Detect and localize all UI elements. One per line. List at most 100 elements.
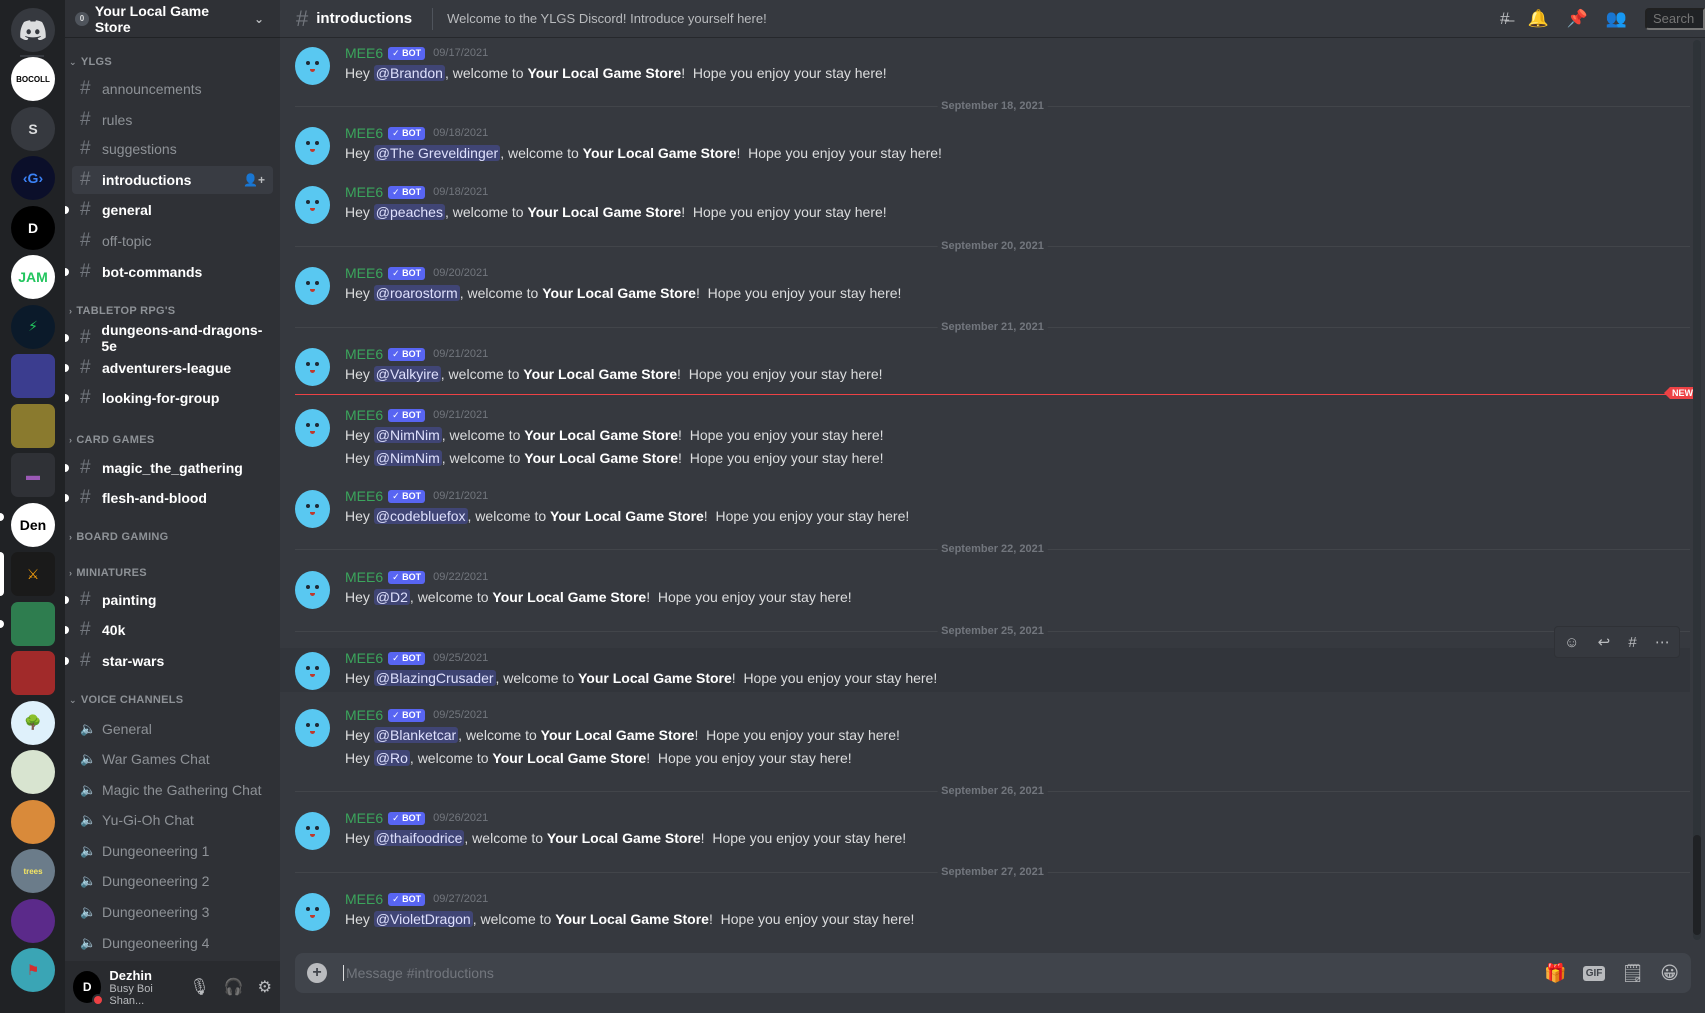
mee6-avatar[interactable] — [295, 127, 330, 165]
server-icon[interactable] — [11, 898, 55, 943]
message-author[interactable]: MEE6 — [345, 650, 383, 666]
message-author[interactable]: MEE6 — [345, 810, 383, 826]
user-mention[interactable]: @roarostorm — [373, 285, 460, 301]
reply-icon[interactable]: ↩ — [1598, 633, 1611, 651]
home-button[interactable] — [11, 8, 55, 52]
user-mention[interactable]: @VioletDragon — [373, 911, 473, 927]
channel-rules[interactable]: # rules — [72, 106, 273, 134]
sticker-icon[interactable]: 🗒 — [1621, 963, 1644, 984]
mee6-avatar[interactable] — [295, 186, 330, 224]
notification-bell-icon[interactable]: 🔔 — [1527, 9, 1548, 29]
user-mention[interactable]: @Blanketcar — [373, 727, 459, 743]
server-icon[interactable]: ⚑ — [11, 948, 55, 992]
channel-announcements[interactable]: # announcements — [72, 75, 273, 103]
message-input[interactable] — [343, 965, 1545, 981]
channel-painting[interactable]: # painting — [65, 586, 273, 614]
mee6-avatar[interactable] — [295, 652, 330, 690]
message-author[interactable]: MEE6 — [345, 707, 383, 723]
guild-header[interactable]: 0 Your Local Game Store ⌄ — [65, 0, 280, 38]
server-icon[interactable]: JAM — [11, 255, 55, 299]
mee6-avatar[interactable] — [295, 47, 330, 85]
mee6-avatar[interactable] — [295, 893, 330, 931]
threads-icon[interactable]: #̶ — [1500, 9, 1509, 29]
headphones-icon[interactable]: 🎧 — [224, 977, 244, 997]
create-invite-icon[interactable]: 👤+ — [243, 173, 265, 187]
channel-dungeoneering-3[interactable]: 🔈 Dungeoneering 3 — [72, 898, 273, 926]
user-mention[interactable]: @peaches — [373, 204, 445, 220]
channel-adventurers-league[interactable]: # adventurers-league — [65, 354, 273, 382]
user-mention[interactable]: @Valkyire — [373, 366, 441, 382]
category-header[interactable]: ⌄ VOICE CHANNELS — [69, 694, 183, 706]
user-mention[interactable]: @Brandon — [373, 65, 445, 81]
message-author[interactable]: MEE6 — [345, 125, 383, 141]
channel-yu-gi-oh-chat[interactable]: 🔈 Yu-Gi-Oh Chat — [72, 806, 273, 834]
message-author[interactable]: MEE6 — [345, 407, 383, 423]
microphone-icon[interactable]: 🎙 — [189, 977, 209, 997]
message-author[interactable]: MEE6 — [345, 346, 383, 362]
mee6-avatar[interactable] — [295, 348, 330, 386]
pinned-messages-icon[interactable]: 📌 — [1567, 9, 1588, 29]
user-avatar[interactable]: D — [73, 971, 105, 1006]
more-icon[interactable]: ⋯ — [1655, 633, 1670, 651]
user-mention[interactable]: @The Greveldinger — [373, 145, 501, 161]
emoji-icon[interactable]: 😀 — [1660, 963, 1679, 984]
server-icon[interactable]: Den — [11, 502, 55, 547]
message-author[interactable]: MEE6 — [345, 891, 383, 907]
channel-general[interactable]: # general — [65, 196, 273, 224]
gif-button[interactable]: GIF — [1582, 965, 1606, 981]
channel-dungeoneering-1[interactable]: 🔈 Dungeoneering 1 — [72, 837, 273, 865]
channel-looking-for-group[interactable]: # looking-for-group — [65, 384, 273, 412]
category-header[interactable]: › CARD GAMES — [69, 434, 154, 446]
category-header[interactable]: › MINIATURES — [69, 567, 147, 579]
member-list-icon[interactable]: 👥 — [1606, 9, 1627, 29]
channel-bot-commands[interactable]: # bot-commands — [65, 258, 273, 286]
message-author[interactable]: MEE6 — [345, 45, 383, 61]
channel-general[interactable]: 🔈 General — [72, 715, 273, 743]
server-icon[interactable]: trees — [11, 849, 55, 893]
message-author[interactable]: MEE6 — [345, 569, 383, 585]
channel-magic-the-gathering-chat[interactable]: 🔈 Magic the Gathering Chat — [72, 776, 273, 804]
mee6-avatar[interactable] — [295, 812, 330, 850]
channel-star-wars[interactable]: # star-wars — [65, 647, 273, 675]
server-icon[interactable] — [11, 601, 55, 646]
channel-introductions[interactable]: # introductions 👤+ — [72, 166, 273, 194]
user-mention[interactable]: @Ro — [373, 750, 410, 766]
scrollbar-thumb[interactable] — [1693, 835, 1701, 935]
channel-dungeons-and-dragons-5e[interactable]: # dungeons-and-dragons-5e — [65, 322, 273, 354]
server-icon[interactable]: ‹G› — [11, 156, 55, 200]
channel-war-games-chat[interactable]: 🔈 War Games Chat — [72, 745, 273, 773]
mee6-avatar[interactable] — [295, 709, 330, 747]
channel-off-topic[interactable]: # off-topic — [72, 227, 273, 255]
server-icon[interactable] — [11, 651, 55, 695]
settings-gear-icon[interactable]: ⚙ — [258, 977, 272, 997]
server-icon[interactable] — [11, 750, 55, 794]
search-input[interactable] — [1645, 7, 1705, 30]
channel-suggestions[interactable]: # suggestions — [72, 135, 273, 163]
upload-plus-icon[interactable]: + — [307, 963, 327, 983]
mee6-avatar[interactable] — [295, 571, 330, 609]
gift-icon[interactable]: 🎁 — [1544, 963, 1566, 984]
mee6-avatar[interactable] — [295, 267, 330, 305]
channel-dungeoneering-4[interactable]: 🔈 Dungeoneering 4 — [72, 929, 273, 957]
category-header[interactable]: › BOARD GAMING — [69, 531, 169, 543]
server-icon[interactable]: ⚔ — [11, 552, 55, 596]
server-icon[interactable]: ⚡ — [11, 304, 55, 349]
server-icon[interactable]: 🌳 — [11, 700, 55, 745]
user-mention[interactable]: @NimNim — [373, 450, 442, 466]
server-icon[interactable] — [11, 799, 55, 844]
category-header[interactable]: › TABLETOP RPG'S — [69, 305, 175, 317]
add-reaction-icon[interactable]: ☺ — [1564, 634, 1579, 651]
channel-topic[interactable]: Welcome to the YLGS Discord! Introduce y… — [447, 11, 767, 26]
channel-magic-the-gathering[interactable]: # magic_the_gathering — [65, 454, 273, 482]
channel-dungeoneering-2[interactable]: 🔈 Dungeoneering 2 — [72, 867, 273, 895]
channel-40k[interactable]: #40k — [65, 616, 273, 644]
server-icon[interactable] — [11, 354, 55, 398]
message-author[interactable]: MEE6 — [345, 184, 383, 200]
user-mention[interactable]: @BlazingCrusader — [373, 670, 496, 686]
user-mention[interactable]: @codebluefox — [373, 508, 468, 524]
create-thread-icon[interactable]: # — [1628, 634, 1636, 651]
channel-flesh-and-blood[interactable]: # flesh-and-blood — [65, 484, 273, 512]
server-icon[interactable]: D — [11, 205, 55, 250]
mee6-avatar[interactable] — [295, 490, 330, 528]
server-icon[interactable] — [11, 403, 55, 448]
